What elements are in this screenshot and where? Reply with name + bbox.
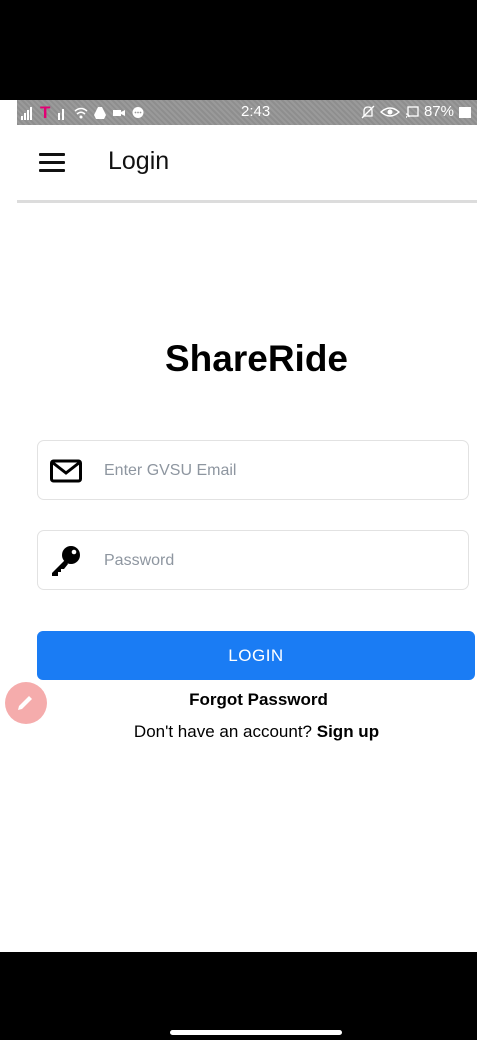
eye-icon: [379, 106, 400, 117]
app-bar: Login: [17, 125, 477, 203]
left-edge: [0, 125, 17, 952]
chat-icon: [132, 107, 144, 118]
pencil-icon: [18, 696, 32, 710]
brand-title: ShareRide: [164, 338, 348, 379]
envelope-icon: [50, 459, 82, 483]
status-right: 87%: [361, 103, 471, 120]
drive-icon: [94, 107, 107, 119]
key-icon: [52, 546, 80, 576]
signup-prompt: Don't have an account? Sign up: [0, 722, 477, 742]
top-letterbox: [0, 0, 477, 100]
password-input[interactable]: [102, 544, 456, 578]
carrier-logo: T: [40, 103, 51, 122]
status-left: T: [21, 103, 145, 123]
signup-link[interactable]: Sign up: [317, 722, 379, 741]
login-button[interactable]: LOGIN: [37, 631, 475, 680]
battery-icon: [459, 106, 471, 118]
email-input[interactable]: [102, 454, 456, 488]
status-bar: T 2:43 87%: [17, 100, 477, 125]
home-indicator[interactable]: [170, 1030, 342, 1035]
email-field[interactable]: [37, 440, 469, 500]
status-time: 2:43: [241, 103, 271, 120]
battery-percent: 87%: [423, 103, 454, 120]
no-account-text: Don't have an account?: [133, 722, 317, 741]
mute-icon: [361, 105, 375, 118]
signal-icon-2: [58, 109, 65, 120]
forgot-password-link[interactable]: Forgot Password: [0, 690, 477, 710]
page-title: Login: [108, 147, 170, 175]
cast-icon: [405, 105, 419, 118]
hamburger-menu-icon[interactable]: [39, 153, 65, 173]
video-icon: [113, 110, 126, 116]
bottom-letterbox: [0, 952, 477, 1040]
edit-fab-button[interactable]: [5, 682, 47, 724]
password-field[interactable]: [37, 530, 469, 590]
signal-icon: [21, 107, 32, 120]
wifi-icon: [74, 107, 88, 119]
